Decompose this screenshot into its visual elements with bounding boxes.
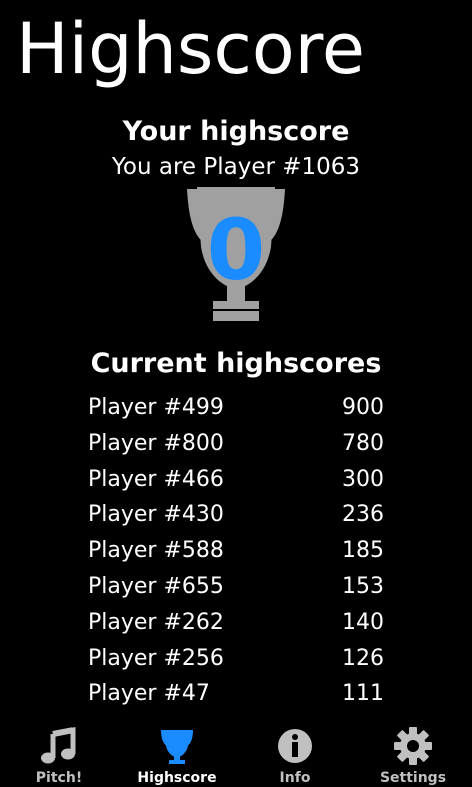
player-score: 900 bbox=[342, 395, 384, 420]
player-id-label: You are Player #1063 bbox=[111, 154, 361, 180]
player-name: Player #47 bbox=[88, 681, 210, 707]
player-name: Player #262 bbox=[88, 609, 224, 635]
table-row: Player #655 153 bbox=[88, 569, 384, 605]
gear-icon bbox=[394, 727, 432, 765]
music-note-icon bbox=[41, 726, 76, 764]
table-row: Player #466 300 bbox=[88, 462, 384, 498]
your-score-value: 0 bbox=[206, 201, 266, 299]
player-score: 111 bbox=[342, 681, 384, 707]
your-highscore-heading: Your highscore bbox=[122, 116, 350, 147]
page-title: Highscore bbox=[16, 8, 365, 90]
tab-highscore[interactable]: Highscore bbox=[118, 722, 236, 787]
tab-label: Highscore bbox=[137, 770, 217, 786]
table-row: Player #800 780 bbox=[88, 426, 384, 462]
player-score: 140 bbox=[342, 609, 384, 635]
player-name: Player #256 bbox=[88, 645, 224, 671]
table-row: Player #262 140 bbox=[88, 605, 384, 641]
player-score: 300 bbox=[342, 466, 384, 492]
player-name: Player #430 bbox=[88, 502, 224, 528]
table-row: Player #47 111 bbox=[88, 676, 384, 712]
player-score: 153 bbox=[342, 573, 384, 599]
tab-pitch[interactable]: Pitch! bbox=[0, 722, 118, 787]
table-row: Player #588 185 bbox=[88, 533, 384, 569]
current-highscores-heading: Current highscores bbox=[90, 348, 382, 379]
table-row: Player #430 236 bbox=[88, 497, 384, 533]
player-name: Player #499 bbox=[88, 395, 224, 420]
player-name: Player #466 bbox=[88, 466, 224, 492]
app-bar: Pitch! Highscore Info Settings bbox=[0, 722, 472, 787]
info-icon bbox=[278, 729, 312, 763]
player-score: 236 bbox=[342, 502, 384, 528]
player-score: 780 bbox=[342, 430, 384, 456]
tab-label: Pitch! bbox=[35, 770, 83, 786]
player-name: Player #655 bbox=[88, 573, 224, 599]
tab-label: Info bbox=[279, 770, 311, 786]
table-row: Player #499 900 bbox=[88, 390, 384, 426]
player-score: 185 bbox=[342, 538, 384, 564]
table-row: Player #256 126 bbox=[88, 641, 384, 677]
player-name: Player #800 bbox=[88, 430, 224, 456]
tab-label: Settings bbox=[379, 770, 447, 786]
player-score: 126 bbox=[342, 645, 384, 671]
highscore-table: Player #499 900 Player #800 780 Player #46… bbox=[88, 390, 384, 712]
tab-info[interactable]: Info bbox=[236, 722, 354, 787]
trophy-icon bbox=[161, 730, 193, 764]
tab-settings[interactable]: Settings bbox=[354, 722, 472, 787]
player-name: Player #588 bbox=[88, 538, 224, 564]
